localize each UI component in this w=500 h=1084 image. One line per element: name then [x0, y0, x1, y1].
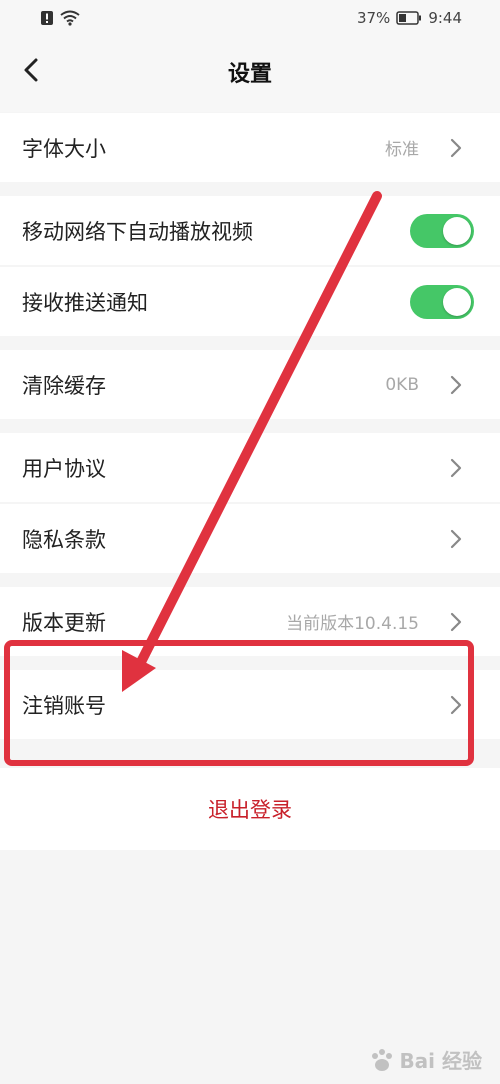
nav-bar: 设置	[0, 38, 500, 112]
setting-autoplay: 移动网络下自动播放视频	[0, 196, 500, 265]
chevron-right-icon	[450, 529, 462, 548]
setting-label: 隐私条款	[22, 527, 106, 552]
logout-label: 退出登录	[208, 798, 292, 822]
wifi-icon	[60, 10, 80, 26]
setting-value: 当前版本10.4.15	[286, 614, 419, 634]
alert-icon	[41, 11, 53, 25]
chevron-right-icon	[450, 138, 462, 157]
push-toggle[interactable]	[410, 284, 474, 319]
battery-icon	[396, 11, 422, 25]
setting-font-size[interactable]: 字体大小 标准	[0, 113, 500, 182]
status-bar: 37% 9:44	[0, 0, 500, 38]
setting-label: 移动网络下自动播放视频	[22, 219, 253, 244]
setting-user-agreement[interactable]: 用户协议	[0, 433, 500, 502]
toggle-knob	[443, 287, 471, 316]
setting-label: 注销账号	[22, 693, 106, 718]
setting-privacy[interactable]: 隐私条款	[0, 504, 500, 573]
status-right: 37% 9:44	[357, 9, 462, 27]
toggle-knob	[443, 216, 471, 245]
setting-push-notify: 接收推送通知	[0, 267, 500, 336]
autoplay-toggle[interactable]	[410, 213, 474, 248]
page-title: 设置	[227, 62, 272, 87]
logout-button[interactable]: 退出登录	[0, 768, 500, 850]
chevron-right-icon	[450, 612, 462, 631]
watermark: Bai 经验	[369, 1045, 482, 1074]
setting-value: 0KB	[385, 374, 419, 395]
setting-label: 接收推送通知	[22, 290, 148, 315]
status-left	[40, 10, 80, 26]
chevron-right-icon	[450, 695, 462, 714]
watermark-text: Bai 经验	[399, 1049, 482, 1073]
setting-clear-cache[interactable]: 清除缓存 0KB	[0, 350, 500, 419]
clock: 9:44	[428, 9, 462, 27]
paw-icon	[372, 1048, 393, 1071]
setting-label: 版本更新	[22, 610, 106, 635]
chevron-right-icon	[450, 375, 462, 394]
setting-label: 用户协议	[22, 456, 106, 481]
setting-version-update[interactable]: 版本更新 当前版本10.4.15	[0, 587, 500, 656]
chevron-right-icon	[450, 458, 462, 477]
setting-value: 标准	[385, 140, 419, 160]
battery-percent: 37%	[356, 9, 391, 27]
setting-label: 清除缓存	[22, 373, 106, 398]
setting-cancel-account[interactable]: 注销账号	[0, 670, 500, 739]
setting-label: 字体大小	[22, 136, 106, 161]
